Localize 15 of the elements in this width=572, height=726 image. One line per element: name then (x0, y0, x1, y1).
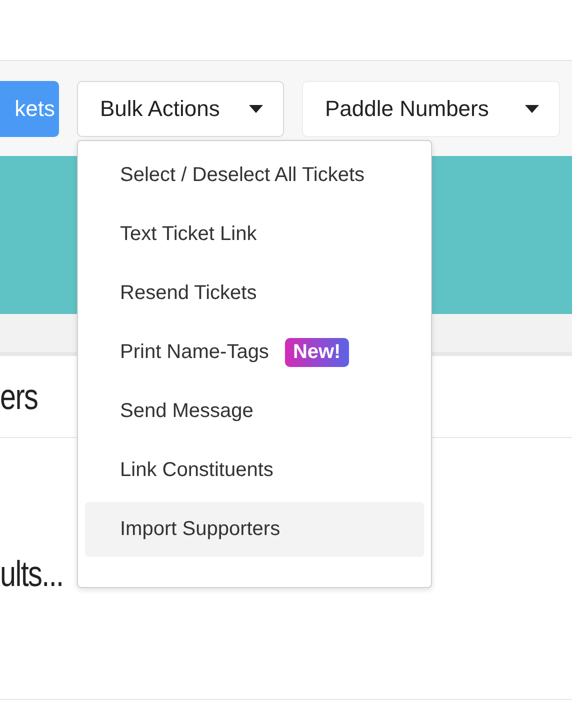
dropdown-button[interactable]: Paddle Numbers (302, 80, 560, 136)
menu-item[interactable]: Print Name-Tags New! (85, 325, 424, 380)
menu-item[interactable]: Text Ticket Link (85, 207, 424, 262)
loading-text: ults... (0, 552, 64, 594)
menu-item[interactable]: Resend Tickets (85, 266, 424, 321)
menu-item[interactable]: Select / Deselect All Tickets (85, 148, 424, 203)
menu-item-label: Print Name-Tags (120, 341, 269, 364)
menu-item[interactable]: Send Message (85, 384, 424, 439)
new-badge: New! (284, 338, 349, 367)
section-heading: ers (0, 376, 38, 418)
menu-item[interactable]: Import Supporters (85, 502, 424, 557)
caret-icon (249, 104, 263, 112)
menu-item[interactable]: Link Constituents (85, 443, 424, 498)
dropdown-button[interactable]: Bulk Actions (77, 80, 284, 136)
caret-icon (525, 104, 539, 112)
